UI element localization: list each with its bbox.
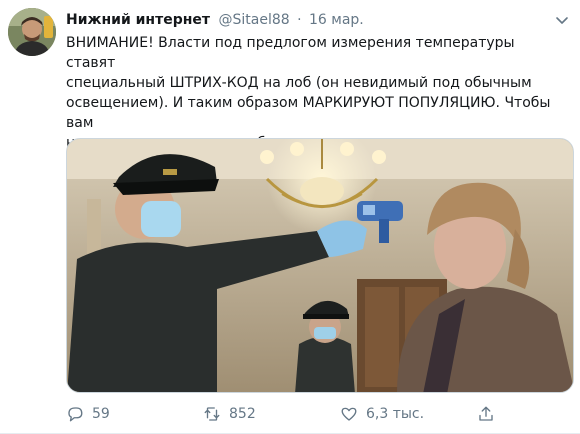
tweet-photo[interactable] [66, 138, 574, 393]
author-name[interactable]: Нижний интернет [66, 12, 210, 28]
reply-count: 59 [92, 406, 110, 422]
heart-icon [341, 407, 357, 421]
share-icon [479, 406, 493, 421]
tweet-actions: 59 852 6,3 тыс. [66, 403, 574, 425]
like-count: 6,3 тыс. [366, 406, 425, 422]
chevron-down-icon[interactable] [554, 12, 570, 28]
avatar[interactable] [8, 8, 56, 56]
reply-icon [68, 407, 83, 422]
tweet-date[interactable]: 16 мар. [309, 12, 364, 28]
tweet-header: Нижний интернет @Sitael88 · 16 мар. [66, 10, 570, 30]
reply-button[interactable]: 59 [66, 403, 110, 425]
separator-dot: · [297, 12, 302, 28]
retweet-button[interactable]: 852 [203, 403, 256, 425]
author-handle[interactable]: @Sitael88 [218, 12, 289, 28]
retweet-count: 852 [229, 406, 256, 422]
retweet-icon [204, 407, 220, 421]
share-button[interactable] [477, 403, 503, 425]
tweet[interactable]: Нижний интернет @Sitael88 · 16 мар. ВНИМ… [0, 0, 580, 434]
like-button[interactable]: 6,3 тыс. [340, 403, 424, 425]
